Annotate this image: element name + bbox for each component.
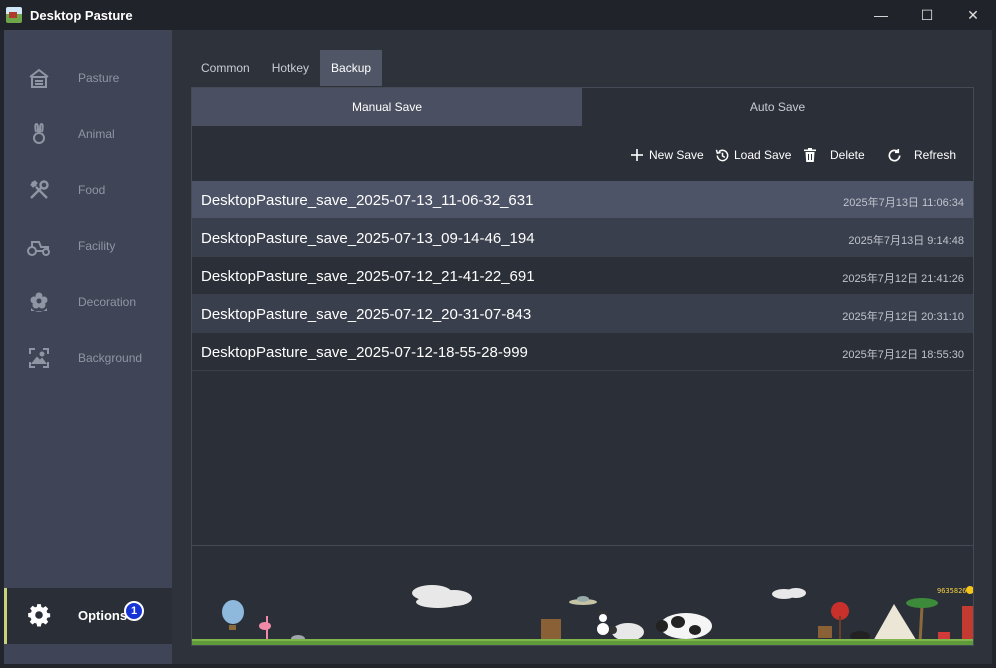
save-list: DesktopPasture_save_2025-07-13_11-06-32_… bbox=[192, 181, 973, 371]
save-name: DesktopPasture_save_2025-07-12_21-41-22_… bbox=[201, 268, 535, 285]
tab-backup[interactable]: Backup bbox=[320, 50, 383, 86]
backup-panel: Manual Save Auto Save New Save Load Save bbox=[191, 87, 974, 646]
sidebar-item-pasture[interactable]: Pasture bbox=[4, 50, 172, 106]
save-toolbar: New Save Load Save Delete Refresh bbox=[192, 127, 973, 181]
gear-icon bbox=[26, 602, 52, 628]
load-save-label: Load Save bbox=[734, 148, 792, 162]
tab-hotkey[interactable]: Hotkey bbox=[261, 50, 320, 86]
delete-button[interactable]: Delete bbox=[802, 147, 865, 163]
tractor-icon bbox=[26, 233, 52, 259]
sidebar-item-label: Facility bbox=[78, 239, 116, 253]
trash-icon bbox=[802, 147, 818, 163]
save-name: DesktopPasture_save_2025-07-13_09-14-46_… bbox=[201, 230, 535, 247]
save-date: 2025年7月13日 11:06:34 bbox=[843, 197, 964, 209]
sidebar-item-label: Animal bbox=[78, 127, 115, 141]
sidebar: Pasture Animal Food Facility Decoration … bbox=[4, 30, 172, 664]
sidebar-item-facility[interactable]: Facility bbox=[4, 218, 172, 274]
rabbit-icon bbox=[26, 121, 52, 147]
settings-tabs: Common Hotkey Backup bbox=[190, 50, 383, 86]
refresh-label: Refresh bbox=[914, 148, 957, 162]
save-date: 2025年7月12日 21:41:26 bbox=[842, 273, 964, 285]
load-save-button[interactable]: Load Save bbox=[714, 147, 791, 163]
save-name: DesktopPasture_save_2025-07-12_20-31-07-… bbox=[201, 306, 532, 323]
tab-manual-save[interactable]: Manual Save bbox=[192, 88, 582, 126]
refresh-icon bbox=[886, 147, 902, 163]
window-controls: — ☐ ✕ bbox=[858, 0, 996, 30]
list-item[interactable]: DesktopPasture_save_2025-07-12-18-55-28-… bbox=[192, 333, 973, 371]
sidebar-item-animal[interactable]: Animal bbox=[4, 106, 172, 162]
sidebar-item-label: Background bbox=[78, 351, 143, 365]
save-name: DesktopPasture_save_2025-07-13_11-06-32_… bbox=[201, 192, 534, 209]
barn-icon bbox=[26, 65, 52, 91]
new-save-label: New Save bbox=[649, 148, 704, 162]
window-title: Desktop Pasture bbox=[30, 7, 133, 23]
tab-common[interactable]: Common bbox=[190, 50, 261, 86]
pasture-scene-image: 9635826 bbox=[192, 585, 973, 645]
sidebar-item-food[interactable]: Food bbox=[4, 162, 172, 218]
delete-label: Delete bbox=[830, 148, 865, 162]
picture-icon bbox=[26, 345, 52, 371]
maximize-button[interactable]: ☐ bbox=[904, 0, 950, 30]
sidebar-item-label: Pasture bbox=[78, 71, 120, 85]
save-name: DesktopPasture_save_2025-07-12-18-55-28-… bbox=[201, 344, 528, 361]
active-indicator bbox=[4, 588, 7, 644]
main-content: Common Hotkey Backup Manual Save Auto Sa… bbox=[172, 30, 992, 664]
pasture-preview: 9635826 bbox=[192, 545, 973, 645]
minimize-button[interactable]: — bbox=[858, 0, 904, 30]
utensils-icon bbox=[26, 177, 52, 203]
app-logo-icon bbox=[6, 7, 22, 23]
save-date: 2025年7月12日 20:31:10 bbox=[842, 311, 964, 323]
sidebar-item-background[interactable]: Background bbox=[4, 330, 172, 386]
new-save-button[interactable]: New Save bbox=[629, 147, 704, 163]
list-item[interactable]: DesktopPasture_save_2025-07-12_21-41-22_… bbox=[192, 257, 973, 295]
title-bar: Desktop Pasture — ☐ ✕ bbox=[0, 0, 996, 30]
flower-icon bbox=[26, 289, 52, 315]
save-type-tabs: Manual Save Auto Save bbox=[192, 88, 973, 126]
sidebar-item-label: Options bbox=[78, 608, 128, 623]
list-item[interactable]: DesktopPasture_save_2025-07-13_11-06-32_… bbox=[192, 181, 973, 219]
refresh-button[interactable]: Refresh bbox=[886, 147, 956, 163]
save-date: 2025年7月13日 9:14:48 bbox=[848, 235, 964, 247]
annotation-badge-1: 1 bbox=[124, 601, 144, 621]
sidebar-item-decoration[interactable]: Decoration bbox=[4, 274, 172, 330]
close-button[interactable]: ✕ bbox=[950, 0, 996, 30]
save-date: 2025年7月12日 18:55:30 bbox=[842, 349, 964, 361]
list-item[interactable]: DesktopPasture_save_2025-07-12_20-31-07-… bbox=[192, 295, 973, 333]
sidebar-item-label: Decoration bbox=[78, 295, 137, 309]
sidebar-item-label: Food bbox=[78, 183, 106, 197]
coin-counter: 9635826 bbox=[937, 587, 967, 595]
list-item[interactable]: DesktopPasture_save_2025-07-13_09-14-46_… bbox=[192, 219, 973, 257]
plus-icon bbox=[629, 147, 645, 163]
sidebar-item-options[interactable]: Options bbox=[4, 588, 172, 644]
history-icon bbox=[714, 147, 730, 163]
tab-auto-save[interactable]: Auto Save bbox=[582, 88, 973, 126]
